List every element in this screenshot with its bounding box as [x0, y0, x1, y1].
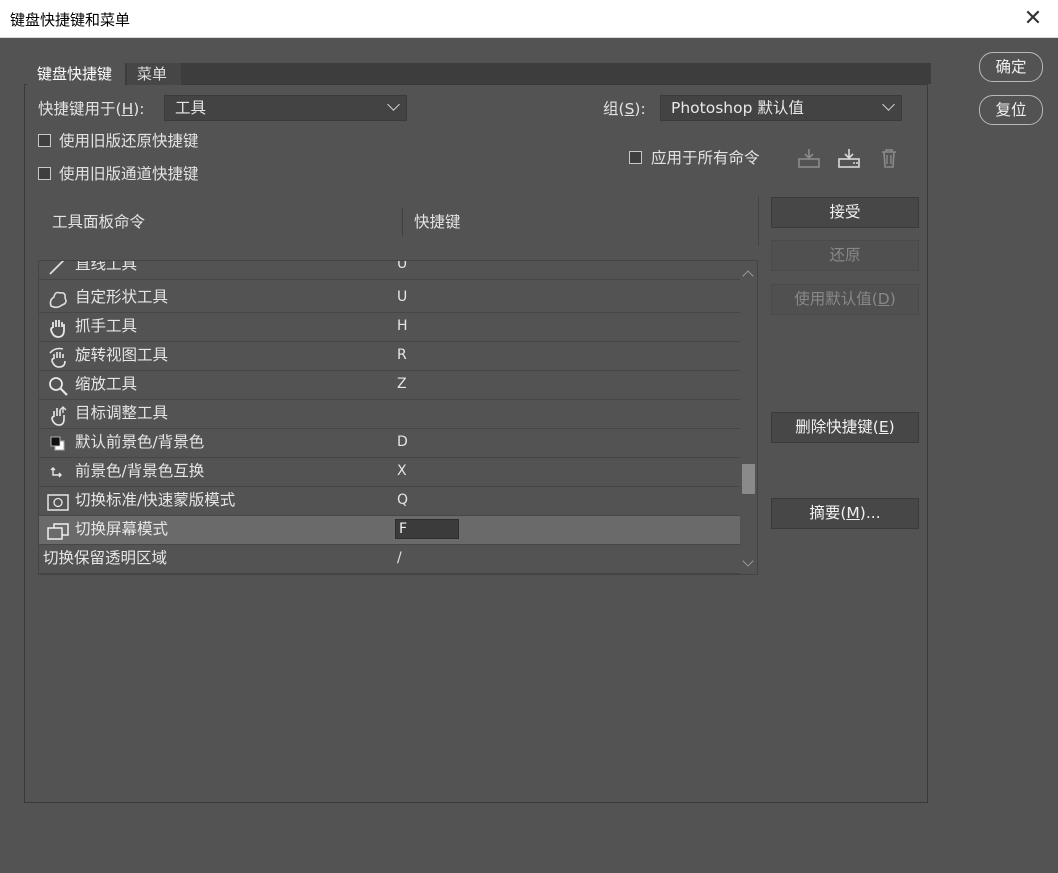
- list-scrollbar[interactable]: [740, 262, 757, 573]
- table-row[interactable]: 切换保留透明区域 /: [39, 545, 741, 574]
- targeted-adjust-icon: [51, 406, 67, 426]
- shortcut-key: D: [397, 434, 408, 450]
- use-default-button[interactable]: 使用默认值(D): [771, 284, 919, 315]
- chevron-down-icon: [882, 98, 895, 111]
- default-colors-icon: [50, 436, 65, 451]
- shortcut-key: R: [397, 347, 407, 363]
- legacy-undo-checkbox[interactable]: [38, 134, 51, 147]
- title-bar: 键盘快捷键和菜单 ✕: [0, 0, 1058, 38]
- table-row[interactable]: 旋转视图工具 R: [39, 342, 741, 371]
- screen-mode-icon: [47, 523, 69, 540]
- scroll-down-icon[interactable]: [742, 555, 754, 567]
- command-name: 默认前景色/背景色: [75, 433, 205, 451]
- accept-button[interactable]: 接受: [771, 197, 919, 228]
- command-name: 切换屏幕模式: [75, 520, 169, 538]
- divider: [758, 196, 759, 246]
- shortcut-key: U: [397, 260, 408, 272]
- command-name: 直线工具: [75, 260, 138, 273]
- trash-icon[interactable]: [877, 146, 901, 170]
- tab-menus[interactable]: 菜单: [127, 63, 181, 85]
- line-tool-icon: [49, 261, 65, 275]
- table-row[interactable]: 缩放工具 Z: [39, 371, 741, 400]
- table-row[interactable]: 切换标准/快速蒙版模式 Q: [39, 487, 741, 516]
- command-name: 切换保留透明区域: [43, 549, 168, 567]
- apply-all-checkbox[interactable]: [629, 151, 642, 164]
- column-header-command[interactable]: 工具面板命令: [52, 210, 145, 232]
- scroll-thumb[interactable]: [742, 464, 755, 494]
- command-name: 缩放工具: [75, 375, 138, 393]
- summary-button[interactable]: 摘要(M)...: [771, 498, 919, 529]
- reset-button[interactable]: 复位: [979, 95, 1043, 125]
- group-label: 组(S):: [603, 100, 646, 118]
- ok-button[interactable]: 确定: [979, 52, 1043, 82]
- legacy-channel-checkbox[interactable]: [38, 167, 51, 180]
- apply-all-label: 应用于所有命令: [651, 149, 760, 167]
- shortcuts-for-label: 快捷键用于(H):: [38, 100, 145, 118]
- zoom-tool-icon: [49, 377, 68, 396]
- shortcuts-for-value: 工具: [175, 99, 207, 117]
- scroll-up-icon[interactable]: [742, 270, 754, 282]
- shortcut-key: X: [397, 463, 407, 479]
- command-name: 目标调整工具: [75, 404, 169, 422]
- window-title: 键盘快捷键和菜单: [10, 11, 131, 29]
- save-set-icon[interactable]: [797, 146, 821, 170]
- shortcut-key: Z: [397, 376, 407, 392]
- undo-button[interactable]: 还原: [771, 240, 919, 271]
- table-row[interactable]: 抓手工具 H: [39, 313, 741, 342]
- table-row-selected[interactable]: 切换屏幕模式 F: [39, 516, 741, 545]
- table-row[interactable]: 自定形状工具 U: [39, 284, 741, 313]
- command-name: 旋转视图工具: [75, 346, 169, 364]
- table-row[interactable]: 目标调整工具: [39, 400, 741, 429]
- shortcuts-for-dropdown[interactable]: 工具: [164, 95, 407, 121]
- table-row[interactable]: 直线工具 U: [39, 260, 741, 280]
- close-icon[interactable]: ✕: [1018, 4, 1048, 34]
- quick-mask-icon: [47, 494, 69, 511]
- tab-keyboard-shortcuts[interactable]: 键盘快捷键: [27, 63, 125, 85]
- legacy-channel-label: 使用旧版通道快捷键: [59, 165, 199, 183]
- shortcut-key: /: [397, 550, 402, 566]
- rotate-view-icon: [49, 347, 66, 368]
- column-header-shortcut[interactable]: 快捷键: [414, 210, 461, 232]
- custom-shape-icon: [49, 291, 67, 309]
- table-row[interactable]: 前景色/背景色互换 X: [39, 458, 741, 487]
- shortcut-list: 直线工具 U 自定形状工具 U 抓手工具 H 旋转视图工具 R 缩放工具 Z 目…: [38, 260, 758, 575]
- command-name: 切换标准/快速蒙版模式: [75, 491, 236, 509]
- legacy-undo-label: 使用旧版还原快捷键: [59, 132, 199, 150]
- hand-tool-icon: [50, 320, 65, 338]
- command-name: 前景色/背景色互换: [75, 462, 205, 480]
- shortcut-key: U: [397, 289, 408, 305]
- table-row[interactable]: 默认前景色/背景色 D: [39, 429, 741, 458]
- swap-colors-icon: [50, 467, 62, 478]
- save-as-set-icon[interactable]: [837, 146, 861, 170]
- shortcut-input[interactable]: F: [395, 519, 459, 539]
- group-value: Photoshop 默认值: [671, 99, 804, 117]
- command-name: 抓手工具: [75, 317, 138, 335]
- shortcut-key: Q: [397, 492, 409, 508]
- shortcut-key: H: [397, 318, 408, 334]
- chevron-down-icon: [387, 98, 400, 111]
- column-divider[interactable]: [402, 208, 403, 236]
- group-dropdown[interactable]: Photoshop 默认值: [660, 95, 902, 121]
- delete-shortcut-button[interactable]: 删除快捷键(E): [771, 412, 919, 443]
- command-name: 自定形状工具: [75, 288, 169, 306]
